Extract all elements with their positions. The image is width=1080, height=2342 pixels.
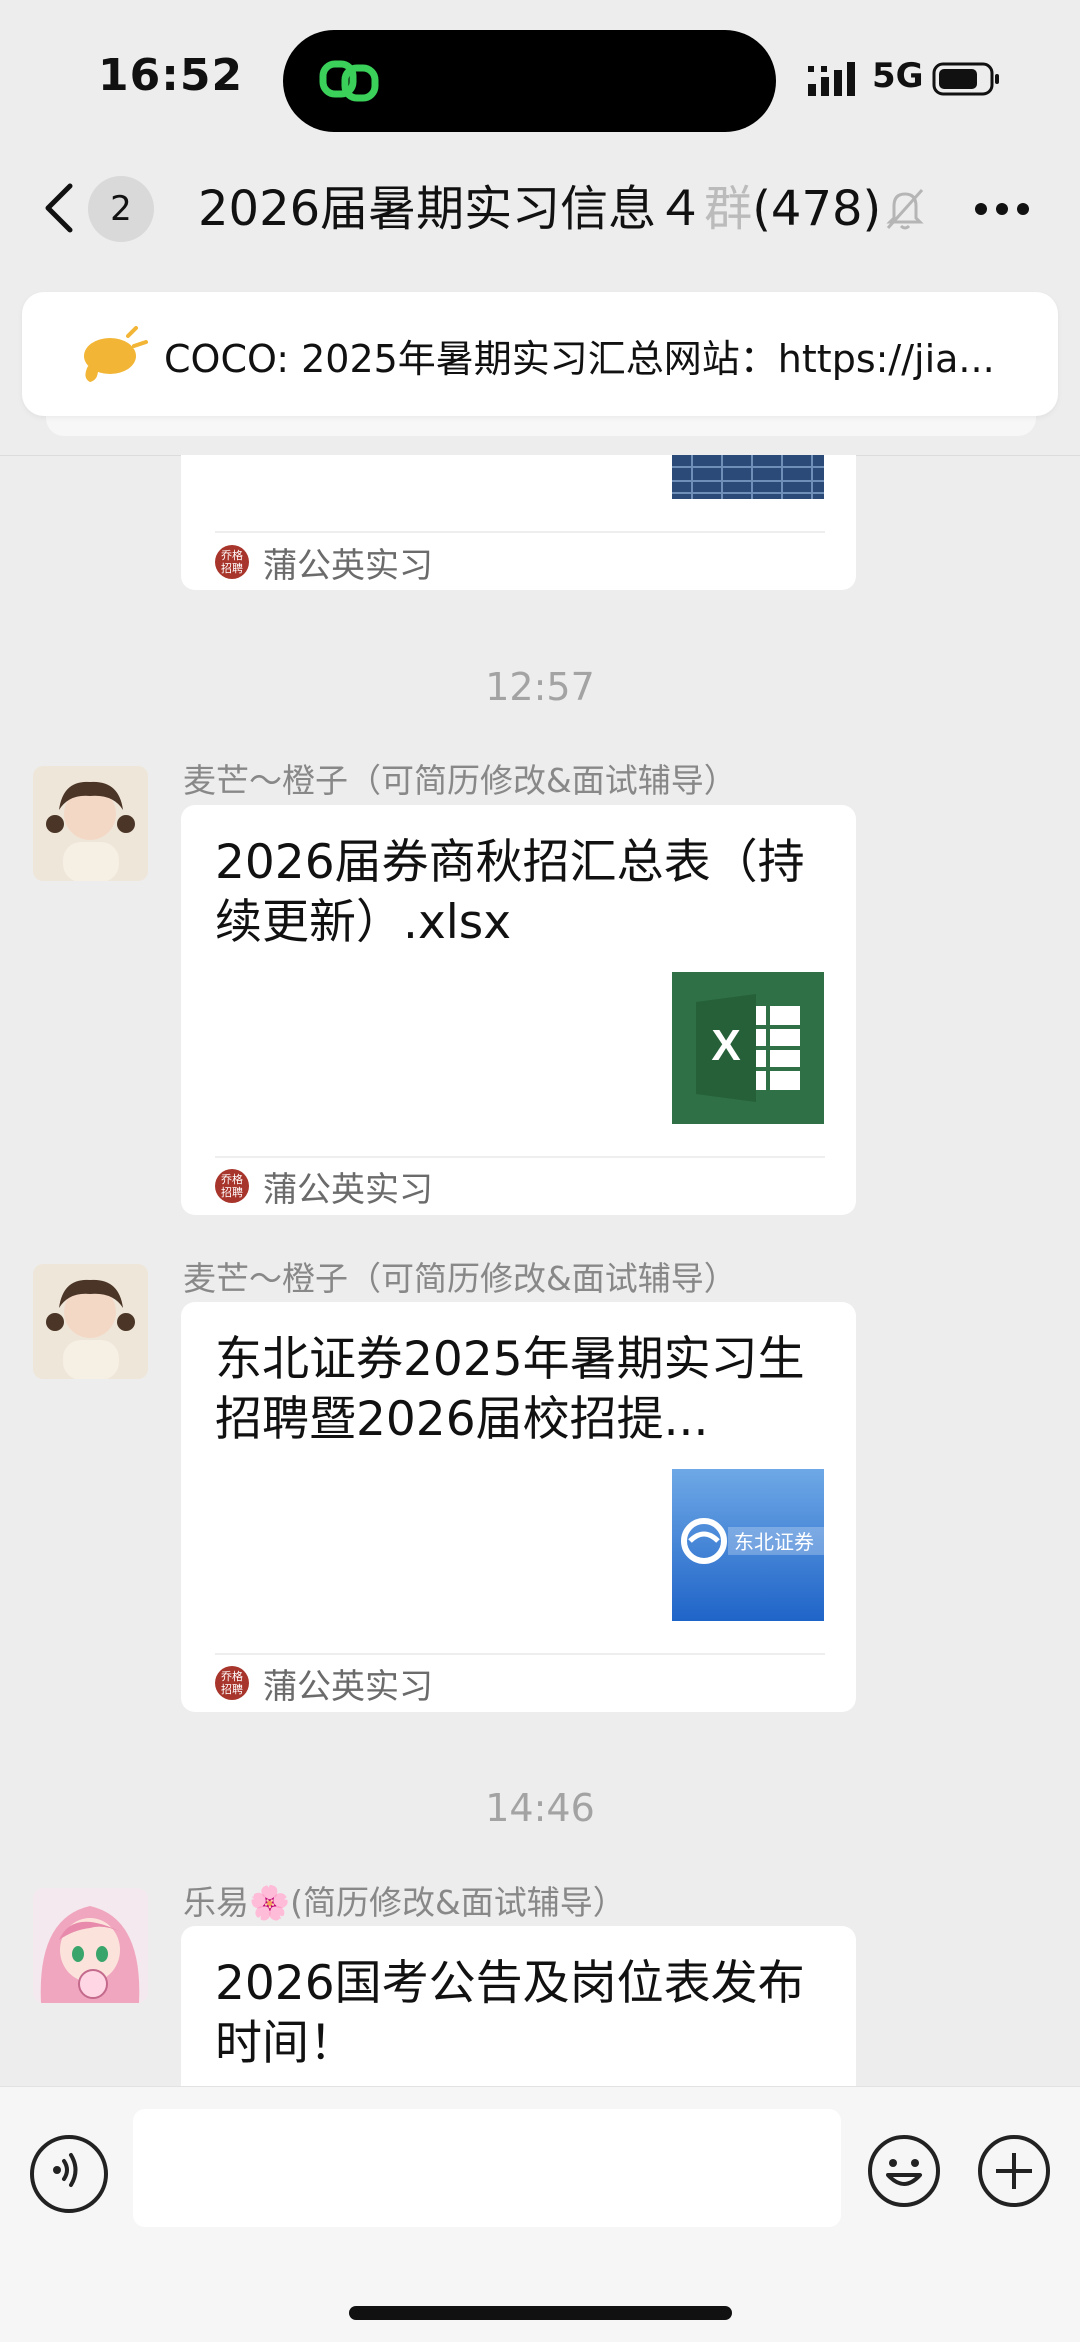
pinned-notice[interactable]: COCO: 2025年暑期实习汇总网站：https://jia... [22,292,1058,416]
card-source: 乔格 招聘 蒲公英实习 [215,1161,433,1211]
northeast-securities-thumbnail: 东北证券 [672,1469,824,1621]
battery-icon [932,62,999,96]
card-divider [215,1156,825,1158]
thumb-text: 东北证券 [734,1530,814,1554]
source-name: 蒲公英实习 [263,1169,433,1210]
source-logo: 乔格 招聘 [215,1169,249,1203]
more-icon[interactable] [974,202,1030,216]
chat-title-main: 2026届暑期实习信息４ [198,181,705,237]
card-thumbnail [672,455,824,499]
input-bar [0,2086,1080,2342]
megaphone-icon [84,326,148,382]
signal-icon [808,62,855,96]
shared-link-card[interactable]: 2026国考公告及岗位表发布时间！ [181,1926,856,2096]
source-name: 蒲公英实习 [263,1666,433,1707]
link-icon [319,60,379,102]
sender-name: 乐易🌸(简历修改&面试辅导） [183,1883,626,1922]
excel-file-icon: X [672,972,824,1124]
unread-badge[interactable]: 2 [88,176,154,242]
shared-link-card[interactable]: 东北证券2025年暑期实习生招聘暨2026届校招提... 东北证券 乔格 招聘 … [181,1302,856,1712]
sender-name: 麦芒～橙子（可简历修改&面试辅导） [183,761,737,800]
card-source: 乔格 招聘 蒲公英实习 [215,537,433,587]
plus-icon[interactable] [976,2133,1052,2209]
dynamic-island [283,30,776,132]
emoji-icon[interactable] [866,2133,942,2209]
sender-name: 麦芒～橙子（可简历修改&面试辅导） [183,1259,737,1298]
avatar[interactable] [33,1888,148,2003]
file-title: 2026届券商秋招汇总表（持续更新）.xlsx [215,835,805,950]
home-indicator[interactable] [349,2306,732,2320]
chat-title[interactable]: 2026届暑期实习信息４群(478) [198,176,881,242]
avatar-girl-image [33,766,148,881]
chat-member-count: (478) [752,181,882,237]
time-separator: 14:46 [485,1786,595,1830]
avatar[interactable] [33,1264,148,1379]
link-title: 东北证券2025年暑期实习生招聘暨2026届校招提... [215,1332,805,1447]
shared-link-card[interactable]: 乔格 招聘 蒲公英实习 [181,455,856,590]
source-logo: 乔格 招聘 [215,545,249,579]
card-divider [215,531,825,533]
voice-button[interactable] [30,2135,108,2213]
source-logo: 乔格 招聘 [215,1666,249,1700]
time-separator: 12:57 [485,665,595,709]
card-source: 乔格 招聘 蒲公英实习 [215,1658,433,1708]
link-title: 2026国考公告及岗位表发布时间！ [215,1956,805,2071]
avatar-anime-pink-hair [33,1888,148,2003]
voice-icon [53,2153,78,2187]
status-time: 16:52 [98,50,244,101]
source-name: 蒲公英实习 [263,545,433,586]
back-icon[interactable] [40,180,80,236]
message-input[interactable] [133,2109,841,2227]
file-card[interactable]: 2026届券商秋招汇总表（持续更新）.xlsx X 乔格 招聘 蒲公英实习 [181,805,856,1215]
network-label: 5G [872,56,924,96]
svg-text:X: X [711,1021,740,1070]
mute-icon [886,188,924,230]
avatar[interactable] [33,766,148,881]
notice-text: COCO: 2025年暑期实习汇总网站：https://jia... [164,337,995,381]
chat-title-faded: 群 [704,181,753,237]
avatar-girl-image [33,1264,148,1379]
card-divider [215,1653,825,1655]
